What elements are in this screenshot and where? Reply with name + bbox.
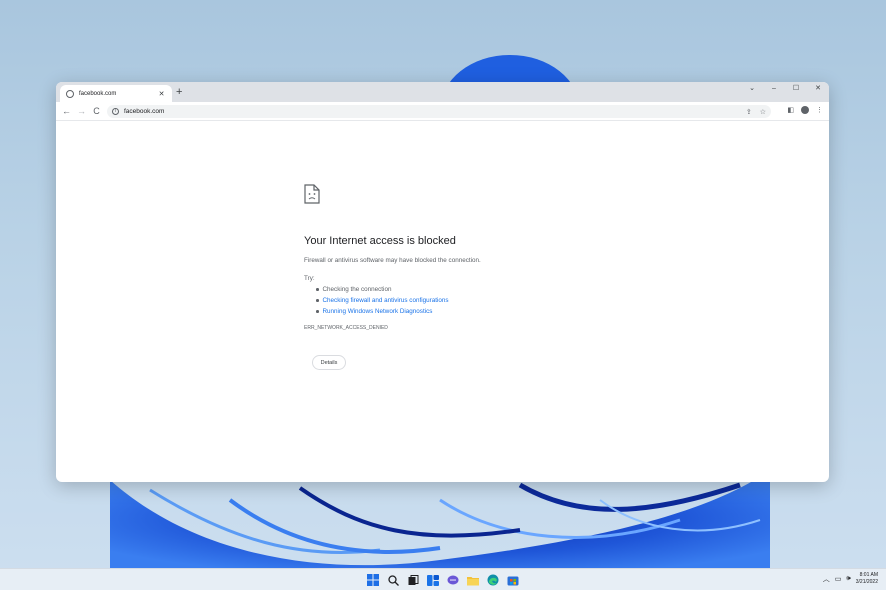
suggestion-link-text[interactable]: Running Windows Network Diagnostics xyxy=(323,308,433,315)
forward-button[interactable]: → xyxy=(74,106,89,116)
error-title: Your Internet access is blocked xyxy=(304,235,456,247)
edge-icon[interactable] xyxy=(486,573,500,587)
network-icon[interactable]: ▭ xyxy=(835,575,842,583)
widgets-icon[interactable] xyxy=(426,573,440,587)
start-icon[interactable] xyxy=(366,573,380,587)
url-text[interactable]: facebook.com xyxy=(124,108,738,115)
details-button[interactable]: Details xyxy=(312,355,346,370)
address-bar[interactable]: i facebook.com ⇪ ☆ xyxy=(107,105,771,118)
globe-icon xyxy=(66,89,74,98)
try-label: Try: xyxy=(304,275,315,282)
toolbar-right: ◧ ⋮ xyxy=(787,106,823,114)
clock[interactable]: 8:01 AM 3/21/2022 xyxy=(856,572,878,586)
window-controls: ⌄ – ☐ ✕ xyxy=(741,82,829,95)
taskbar: ︿ ▭ 🕪 8:01 AM 3/21/2022 xyxy=(0,568,886,590)
search-icon[interactable] xyxy=(386,573,400,587)
error-code: ERR_NETWORK_ACCESS_DENIED xyxy=(304,325,388,331)
minimize-button[interactable]: – xyxy=(763,82,785,95)
suggestion-check-connection: Checking the connection xyxy=(316,286,604,293)
tab-facebook[interactable]: facebook.com ✕ xyxy=(60,85,172,102)
file-explorer-icon[interactable] xyxy=(466,573,480,587)
menu-kebab-icon[interactable]: ⋮ xyxy=(816,106,823,114)
system-tray: ︿ ▭ 🕪 8:01 AM 3/21/2022 xyxy=(823,572,878,586)
suggestion-link-text[interactable]: Checking firewall and antivirus configur… xyxy=(323,297,449,304)
close-window-button[interactable]: ✕ xyxy=(807,82,829,95)
reload-button[interactable]: C xyxy=(89,106,104,116)
tab-search-icon[interactable]: ⌄ xyxy=(741,82,763,95)
error-page: Your Internet access is blocked Firewall… xyxy=(304,184,604,370)
store-icon[interactable] xyxy=(506,573,520,587)
site-info-icon[interactable]: i xyxy=(112,108,119,115)
profile-avatar-icon[interactable] xyxy=(801,106,809,114)
tab-title: facebook.com xyxy=(79,90,117,97)
bookmark-star-icon[interactable]: ☆ xyxy=(760,108,766,116)
new-tab-button[interactable]: + xyxy=(176,86,182,98)
error-subtitle: Firewall or antivirus software may have … xyxy=(304,257,481,264)
side-panel-icon[interactable]: ◧ xyxy=(787,106,794,114)
clock-time: 8:01 AM xyxy=(859,572,878,578)
suggestion-firewall-link[interactable]: Checking firewall and antivirus configur… xyxy=(316,297,604,304)
suggestion-list: Checking the connection Checking firewal… xyxy=(316,286,604,315)
suggestion-diagnostics-link[interactable]: Running Windows Network Diagnostics xyxy=(316,308,604,315)
chevron-up-icon[interactable]: ︿ xyxy=(823,574,830,584)
tab-bar: facebook.com ✕ + ⌄ – ☐ ✕ xyxy=(56,82,829,102)
bullet xyxy=(316,288,319,291)
browser-toolbar: ← → C i facebook.com ⇪ ☆ ◧ ⋮ xyxy=(56,102,829,121)
maximize-button[interactable]: ☐ xyxy=(785,82,807,95)
volume-icon[interactable]: 🕪 xyxy=(846,575,850,583)
browser-window: facebook.com ✕ + ⌄ – ☐ ✕ ← → C i faceboo… xyxy=(56,82,829,482)
chat-icon[interactable] xyxy=(446,573,460,587)
clock-date: 3/21/2022 xyxy=(855,579,878,585)
taskbar-apps xyxy=(366,573,520,587)
bullet xyxy=(316,299,319,302)
close-tab-icon[interactable]: ✕ xyxy=(157,90,166,98)
task-view-icon[interactable] xyxy=(406,573,420,587)
sad-page-icon xyxy=(304,184,320,204)
back-button[interactable]: ← xyxy=(59,106,74,116)
share-icon[interactable]: ⇪ xyxy=(746,108,752,116)
bullet xyxy=(316,310,319,313)
suggestion-text: Checking the connection xyxy=(322,286,392,293)
